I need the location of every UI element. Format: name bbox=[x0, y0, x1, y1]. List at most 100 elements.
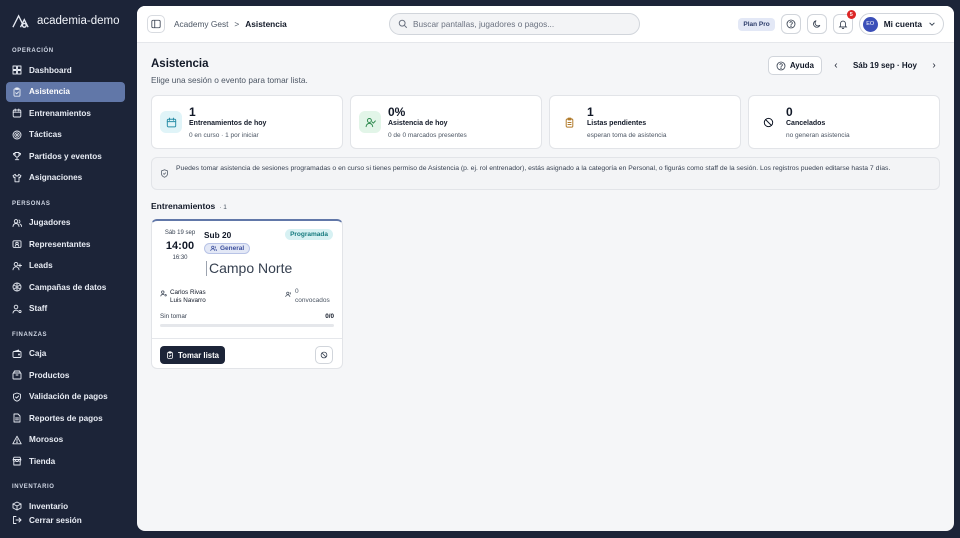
clipboard-check-icon bbox=[167, 351, 173, 359]
sidebar-item-validacion-de-pagos[interactable]: Validación de pagos bbox=[6, 387, 125, 407]
breadcrumb-root[interactable]: Academy Gest bbox=[174, 19, 228, 29]
convocados-label: convocados bbox=[295, 297, 330, 304]
sidebar-item-representantes[interactable]: Representantes bbox=[6, 234, 125, 254]
calendar-icon bbox=[12, 108, 22, 118]
logout-icon bbox=[13, 516, 22, 524]
sidebar-item-label: Reportes de pagos bbox=[29, 413, 103, 423]
topbar-actions: Plan Pro 5 EO Mi cuenta bbox=[738, 10, 944, 35]
panel-left-icon bbox=[151, 19, 161, 29]
shirt-icon bbox=[12, 173, 22, 182]
logout-button[interactable]: Cerrar sesión bbox=[6, 510, 125, 530]
notification-count-badge: 5 bbox=[846, 10, 856, 19]
sidebar-item-entrenamientos[interactable]: Entrenamientos bbox=[6, 103, 125, 123]
sidebar-item-jugadores[interactable]: Jugadores bbox=[6, 213, 125, 233]
user-cog-icon bbox=[160, 290, 167, 297]
megaphone-icon bbox=[12, 282, 22, 292]
brand-name: academia-demo bbox=[37, 15, 120, 27]
stat-label: Cancelados bbox=[786, 120, 826, 127]
stat-icon-wrap bbox=[757, 111, 779, 133]
cancel-session-button[interactable] bbox=[315, 346, 333, 364]
calendar-icon bbox=[166, 117, 176, 127]
sidebar-item-label: Productos bbox=[29, 370, 70, 380]
search-placeholder: Buscar pantallas, jugadores o pagos... bbox=[413, 19, 555, 29]
prev-day-button[interactable]: ‹ bbox=[830, 60, 842, 71]
plan-badge: Plan Pro bbox=[738, 17, 775, 31]
session-convocados: 0 convocados bbox=[285, 287, 330, 305]
sidebar-item-caja[interactable]: Caja bbox=[6, 344, 125, 364]
breadcrumb: Academy Gest > Asistencia bbox=[174, 19, 287, 29]
info-banner-text: Puedes tomar asistencia de sesiones prog… bbox=[176, 165, 891, 172]
sidebar-item-morosos[interactable]: Morosos bbox=[6, 430, 125, 450]
users-icon bbox=[210, 245, 217, 252]
stat-sub: no generan asistencia bbox=[786, 132, 850, 139]
sidebar-item-dashboard[interactable]: Dashboard bbox=[6, 60, 125, 80]
breadcrumb-separator: > bbox=[234, 19, 240, 29]
stat-value: 1 bbox=[189, 105, 196, 119]
sidebar-item-label: Morosos bbox=[29, 435, 64, 444]
sidebar-item-partidos-y-eventos[interactable]: Partidos y eventos bbox=[6, 146, 125, 166]
stat-sub: esperan toma de asistencia bbox=[587, 132, 667, 139]
session-category: Sub 20 bbox=[204, 230, 232, 240]
bell-icon bbox=[838, 20, 848, 29]
sidebar-item-label: Entrenamientos bbox=[29, 108, 91, 118]
stat-sub: 0 de 0 marcados presentes bbox=[388, 132, 467, 139]
stats-row: 1 Entrenamientos de hoy 0 en curso · 1 por… bbox=[151, 95, 940, 149]
help-button[interactable]: Ayuda bbox=[767, 56, 822, 75]
notifications-button[interactable]: 5 bbox=[832, 10, 856, 34]
user-check-icon bbox=[365, 117, 376, 127]
session-card[interactable]: Sáb 19 sep 14:00 16:30 Sub 20 Programada… bbox=[151, 219, 343, 369]
theme-toggle-button[interactable] bbox=[806, 14, 827, 34]
nav-section-title: PERSONAS bbox=[12, 200, 51, 207]
sidebar-item-leads[interactable]: Leads bbox=[6, 256, 125, 276]
next-day-button[interactable]: › bbox=[928, 60, 940, 71]
users-icon bbox=[285, 291, 291, 298]
brand[interactable]: academia-demo bbox=[0, 0, 131, 42]
sidebar-item-staff[interactable]: Staff bbox=[6, 299, 125, 319]
nav-section-title: INVENTARIO bbox=[12, 484, 55, 490]
stat-icon-wrap bbox=[558, 111, 580, 133]
ban-icon bbox=[763, 117, 773, 127]
help-circle-button[interactable] bbox=[780, 14, 801, 34]
sidebar-nav: OPERACIÓN Dashboard Asistencia Entrenamient… bbox=[0, 45, 131, 525]
alert-triangle-icon bbox=[12, 435, 22, 444]
take-attendance-label: Tomar lista bbox=[178, 350, 220, 360]
convocados-count: 0 bbox=[295, 288, 299, 295]
sidebar-toggle-button[interactable] bbox=[147, 15, 165, 33]
date-controls: Ayuda ‹ Sáb 19 sep · Hoy › bbox=[767, 56, 940, 75]
ban-icon bbox=[320, 351, 328, 359]
topbar: Academy Gest > Asistencia Buscar pantall… bbox=[137, 6, 954, 43]
take-attendance-button[interactable]: Tomar lista bbox=[160, 346, 226, 364]
shield-check-icon bbox=[13, 392, 21, 402]
search-icon bbox=[398, 19, 408, 29]
sidebar-item-asignaciones[interactable]: Asignaciones bbox=[6, 168, 125, 188]
stat-value: 0 bbox=[786, 105, 793, 119]
stat-icon-wrap bbox=[160, 111, 182, 133]
account-label: Mi cuenta bbox=[883, 19, 922, 29]
progress-label: Sin tomar bbox=[160, 313, 187, 320]
sidebar-item-reportes-de-pagos[interactable]: Reportes de pagos bbox=[6, 408, 125, 428]
session-venue: Campo Norte bbox=[206, 261, 292, 276]
session-start-time: 14:00 bbox=[165, 240, 195, 252]
sidebar-item-tacticas[interactable]: Tácticas bbox=[6, 125, 125, 145]
sidebar-item-campanas-de-datos[interactable]: Campañas de datos bbox=[6, 277, 125, 297]
account-menu-button[interactable]: EO Mi cuenta bbox=[858, 13, 944, 35]
sidebar-item-tienda[interactable]: Tienda bbox=[6, 451, 125, 471]
current-date-label[interactable]: Sáb 19 sep · Hoy bbox=[853, 61, 917, 70]
section-count: · 1 bbox=[219, 204, 227, 211]
stat-label: Asistencia de hoy bbox=[388, 120, 448, 127]
search-input[interactable]: Buscar pantallas, jugadores o pagos... bbox=[389, 13, 640, 35]
sidebar-item-asistencia[interactable]: Asistencia bbox=[6, 81, 125, 102]
session-card-footer: Tomar lista bbox=[152, 338, 342, 368]
sidebar-item-label: Caja bbox=[29, 349, 47, 358]
session-date: Sáb 19 sep bbox=[164, 230, 196, 236]
store-icon bbox=[12, 456, 22, 466]
nav-section-title: FINANZAS bbox=[12, 331, 48, 338]
sidebar-item-productos[interactable]: Productos bbox=[6, 365, 125, 385]
file-text-icon bbox=[13, 413, 21, 423]
session-end-time: 16:30 bbox=[172, 255, 188, 261]
logout-label: Cerrar sesión bbox=[29, 515, 82, 525]
target-icon bbox=[12, 130, 22, 139]
help-circle-icon bbox=[776, 61, 786, 70]
sidebar-item-label: Leads bbox=[29, 261, 53, 270]
stat-icon-wrap bbox=[359, 111, 381, 133]
